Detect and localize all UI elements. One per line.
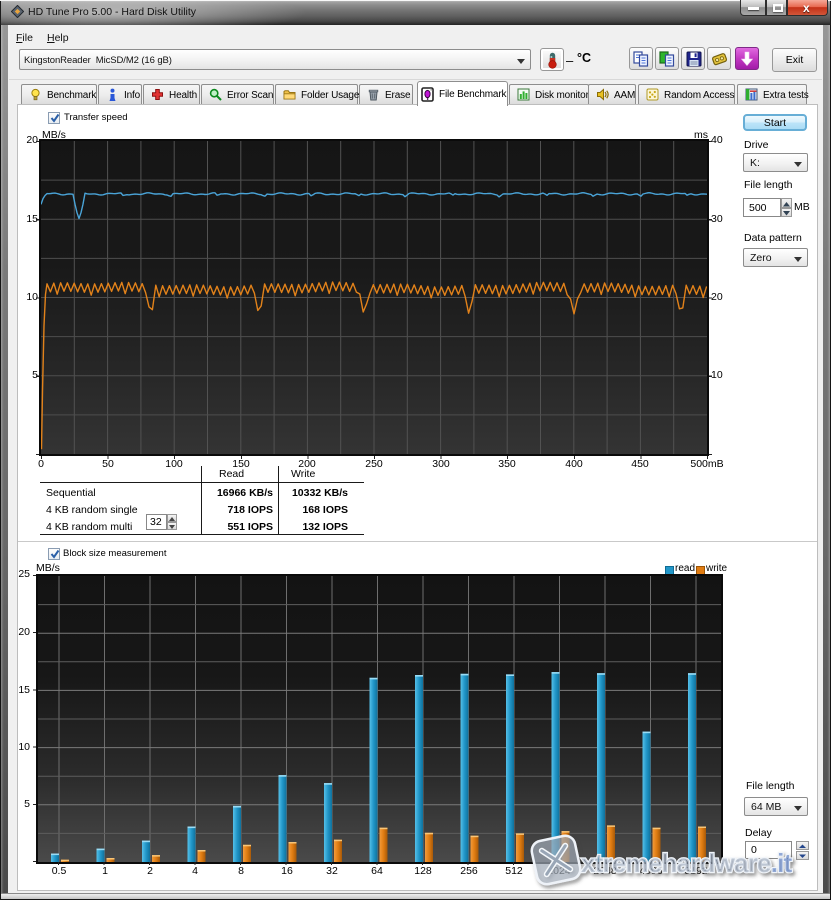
svg-text:xtremehardware.it: xtremehardware.it: [581, 848, 793, 878]
